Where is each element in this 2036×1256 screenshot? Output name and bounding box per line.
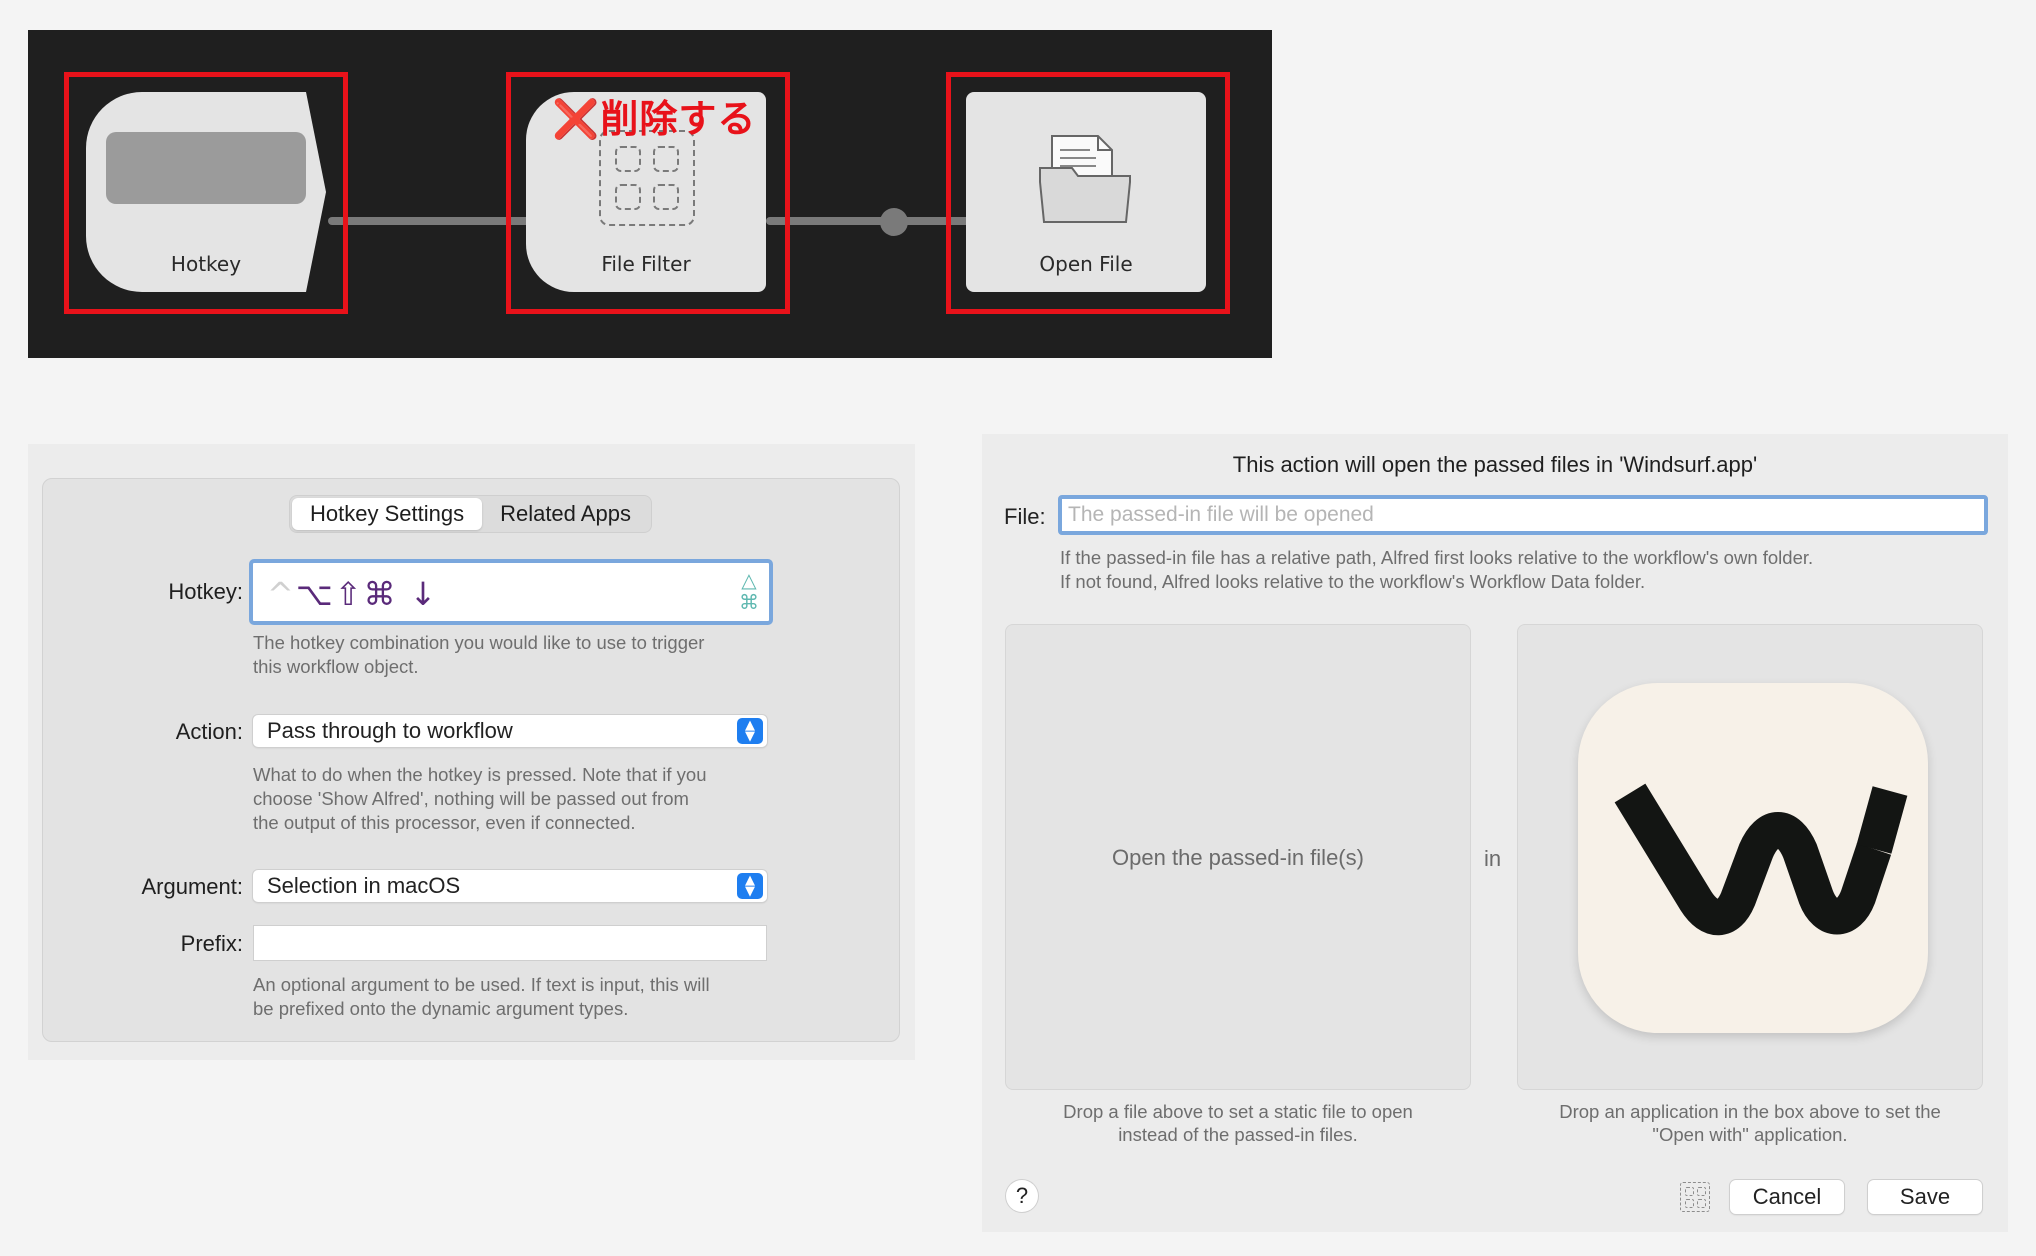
hotkey-help-text: The hotkey combination you would like to… [253,631,704,679]
file-drop-text: Open the passed-in file(s) [1112,845,1364,870]
argument-label: Argument: [141,874,244,899]
caption-line: Drop a file above to set a static file t… [1063,1101,1413,1122]
caption-line: "Open with" application. [1652,1124,1848,1145]
file-drop-zone[interactable]: Open the passed-in file(s) [1005,624,1471,1090]
workflow-canvas: Hotkey File Filter Open File ❌削除する [28,30,1272,358]
file-help-text: If the passed-in file has a relative pat… [1060,546,1813,594]
modifier-keys: ⌥⇧⌘ ↓ [295,575,439,613]
tab-bar: Hotkey Settings Related Apps [289,495,652,533]
panel-title: This action will open the passed files i… [1232,452,1758,477]
hotkey-recorder-field[interactable]: ^⌥⇧⌘ ↓ △ ⌘ [249,559,773,625]
application-drop-caption: Drop an application in the box above to … [1517,1100,1983,1146]
help-line: If not found, Alfred looks relative to t… [1060,571,1646,592]
chevron-updown-icon: ▲ ▼ [737,873,763,899]
tab-hotkey-settings[interactable]: Hotkey Settings [292,498,483,530]
file-drop-caption: Drop a file above to set a static file t… [1005,1100,1471,1146]
help-line: If the passed-in file has a relative pat… [1060,547,1814,568]
help-line: choose 'Show Alfred', nothing will be pa… [253,788,689,809]
file-input[interactable]: The passed-in file will be opened [1058,495,1988,535]
in-label: in [1484,846,1502,871]
caption-line: Drop an application in the box above to … [1559,1101,1941,1122]
windsurf-logo-icon [1614,783,1908,936]
file-label: File: [1004,504,1046,529]
prefix-label: Prefix: [180,931,243,956]
settings-group-box: Hotkey Settings Related Apps Hotkey: ^⌥⇧… [42,478,900,1042]
hotkey-options-icon[interactable]: △ ⌘ [739,569,759,613]
argument-select-value: Selection in macOS [267,873,461,898]
help-line: An optional argument to be used. If text… [253,974,710,995]
caption-line: instead of the passed-in files. [1118,1124,1358,1145]
action-help-text: What to do when the hotkey is pressed. N… [253,763,707,835]
cancel-button[interactable]: Cancel [1730,1180,1844,1214]
chevron-updown-icon: ▲ ▼ [737,718,763,744]
prefix-input[interactable] [253,925,767,961]
help-line: this workflow object. [253,656,419,677]
control-key-dim: ^ [267,575,296,613]
action-label: Action: [175,719,243,744]
hotkey-combination: ^⌥⇧⌘ ↓ [267,575,438,613]
help-line: The hotkey combination you would like to… [253,632,705,653]
triangle-icon: △ [741,568,757,592]
tab-related-apps[interactable]: Related Apps [482,498,649,530]
open-file-settings-panel: This action will open the passed files i… [982,434,2008,1232]
argument-select[interactable]: Selection in macOS ▲ ▼ [253,870,767,902]
connection-junction-dot[interactable] [880,208,908,236]
save-button[interactable]: Save [1868,1180,1982,1214]
command-icon: ⌘ [739,590,759,614]
highlight-box [946,72,1230,314]
delete-annotation: ❌削除する [552,99,757,141]
help-button[interactable]: ? [1006,1180,1038,1212]
action-select[interactable]: Pass through to workflow ▲ ▼ [253,715,767,747]
object-grid-icon[interactable] [1680,1182,1710,1212]
application-drop-zone[interactable] [1517,624,1983,1090]
hotkey-settings-panel: Hotkey Settings Related Apps Hotkey: ^⌥⇧… [28,444,915,1060]
hotkey-label: Hotkey: [168,579,243,604]
prefix-help-text: An optional argument to be used. If text… [253,973,710,1021]
help-line: the output of this processor, even if co… [253,812,636,833]
help-line: What to do when the hotkey is pressed. N… [253,764,707,785]
highlight-box [64,72,348,314]
windsurf-app-icon [1578,683,1928,1033]
help-line: be prefixed onto the dynamic argument ty… [253,998,629,1019]
action-select-value: Pass through to workflow [267,718,513,743]
